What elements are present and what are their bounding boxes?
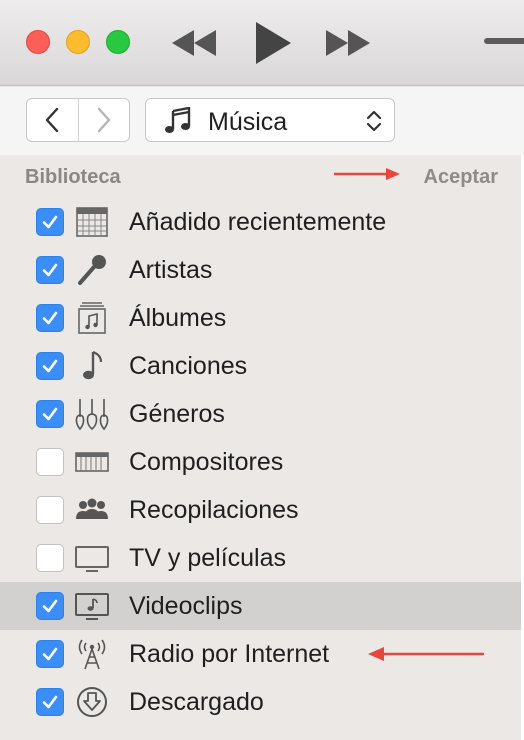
forward-button[interactable] — [77, 99, 129, 141]
library-item[interactable]: Compositores — [0, 438, 521, 486]
library-item-checkbox[interactable] — [36, 304, 64, 332]
library-item-checkbox[interactable] — [36, 208, 64, 236]
navigation-bar: Música — [0, 87, 524, 155]
music-note-icon — [74, 348, 110, 384]
play-button[interactable] — [248, 20, 298, 66]
music-note-icon — [164, 106, 192, 140]
checkmark-icon — [42, 407, 58, 421]
annotation-arrow-icon — [368, 647, 484, 661]
checkmark-icon — [42, 311, 58, 325]
fast-forward-icon — [326, 30, 370, 56]
history-nav-group — [26, 98, 130, 142]
people-group-icon — [74, 492, 110, 528]
rewind-button[interactable] — [168, 20, 220, 66]
chevron-left-icon — [46, 107, 59, 133]
guitars-icon — [74, 396, 110, 432]
title-bar — [0, 0, 524, 86]
annotation-arrow-icon — [334, 168, 400, 180]
library-item-checkbox[interactable] — [36, 448, 64, 476]
library-item-checkbox[interactable] — [36, 256, 64, 284]
checkmark-icon — [42, 359, 58, 373]
library-item-checkbox[interactable] — [36, 352, 64, 380]
album-icon — [74, 300, 110, 336]
checkmark-icon — [42, 599, 58, 613]
library-item-label: TV y películas — [129, 544, 287, 572]
library-item[interactable]: Artistas — [0, 246, 521, 294]
library-item-label: Compositores — [129, 448, 284, 476]
play-icon — [256, 22, 291, 64]
rewind-icon — [172, 30, 216, 56]
library-item[interactable]: TV y películas — [0, 534, 521, 582]
library-item-label: Descargado — [129, 688, 264, 716]
library-item-label: Géneros — [129, 400, 225, 428]
library-item-label: Álbumes — [129, 304, 227, 332]
library-item[interactable]: Recopilaciones — [0, 486, 521, 534]
music-video-icon — [74, 588, 110, 624]
library-item-checkbox[interactable] — [36, 592, 64, 620]
zoom-window-button[interactable] — [106, 30, 130, 54]
library-item[interactable]: Géneros — [0, 390, 521, 438]
library-item[interactable]: Canciones — [0, 342, 521, 390]
library-item-checkbox[interactable] — [36, 688, 64, 716]
volume-slider[interactable] — [484, 38, 524, 44]
library-item-label: Artistas — [129, 256, 213, 284]
minimize-window-button[interactable] — [66, 30, 90, 54]
section-title: Biblioteca — [25, 166, 121, 188]
calendar-grid-icon — [74, 204, 110, 240]
library-item-label: Añadido recientemente — [129, 208, 387, 236]
checkmark-icon — [42, 263, 58, 277]
library-item-checkbox[interactable] — [36, 400, 64, 428]
media-type-select[interactable]: Música — [145, 98, 395, 142]
library-item-label: Radio por Internet — [129, 640, 330, 668]
back-button[interactable] — [27, 99, 78, 141]
chevron-up-down-icon — [366, 110, 382, 137]
library-item[interactable]: Añadido recientemente — [0, 198, 521, 246]
library-item-label: Videoclips — [129, 592, 243, 620]
library-item-checkbox[interactable] — [36, 640, 64, 668]
library-item-checkbox[interactable] — [36, 496, 64, 524]
library-item-label: Recopilaciones — [129, 496, 299, 524]
microphone-icon — [74, 252, 110, 288]
chevron-right-icon — [97, 107, 111, 133]
radio-tower-icon — [74, 636, 110, 672]
library-item-checkbox[interactable] — [36, 544, 64, 572]
library-item[interactable]: Descargado — [0, 678, 521, 726]
piano-keys-icon — [74, 444, 110, 480]
fast-forward-button[interactable] — [322, 20, 374, 66]
download-circle-icon — [74, 684, 110, 720]
close-window-button[interactable] — [26, 30, 50, 54]
library-item[interactable]: Álbumes — [0, 294, 521, 342]
media-type-value: Música — [208, 108, 288, 136]
library-item-label: Canciones — [129, 352, 248, 380]
checkmark-icon — [42, 695, 58, 709]
tv-icon — [74, 540, 110, 576]
done-button[interactable]: Aceptar — [424, 166, 498, 189]
checkmark-icon — [42, 647, 58, 661]
checkmark-icon — [42, 215, 58, 229]
library-item[interactable]: Videoclips — [0, 582, 521, 630]
